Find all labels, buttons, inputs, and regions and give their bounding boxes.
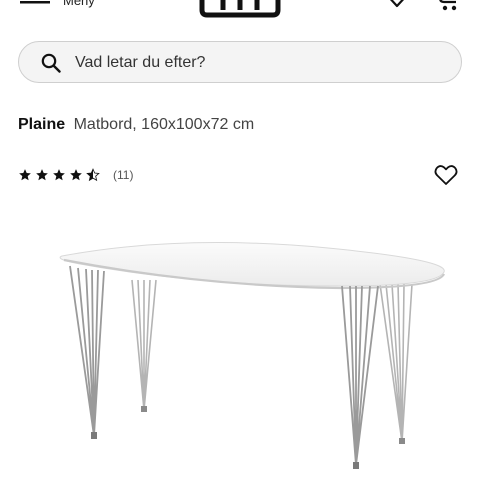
search-input[interactable]: [73, 42, 447, 84]
heart-outline-icon: [434, 165, 458, 185]
top-bar: Meny: [0, 0, 480, 22]
store-logo[interactable]: [196, 0, 284, 18]
favorite-button[interactable]: [434, 164, 458, 186]
star-icon: [36, 169, 48, 181]
half-star-icon: [86, 168, 100, 182]
star-icon: [53, 169, 65, 181]
product-description: Matbord, 160x100x72 cm: [73, 116, 255, 133]
menu-label[interactable]: Meny: [63, 0, 95, 8]
star-icon: [19, 169, 31, 181]
product-rating[interactable]: (11): [18, 165, 133, 185]
search-icon: [41, 53, 61, 73]
wishlist-heart-icon[interactable]: [384, 0, 410, 14]
star-icon: [70, 169, 82, 181]
product-title: Plaine Matbord, 160x100x72 cm: [18, 116, 254, 134]
search-bar[interactable]: [18, 41, 462, 84]
hamburger-icon[interactable]: [20, 0, 52, 12]
product-brand[interactable]: Plaine: [18, 116, 65, 133]
product-image[interactable]: [40, 228, 460, 480]
cart-icon[interactable]: [438, 0, 464, 14]
review-count[interactable]: (11): [113, 168, 133, 182]
rating-stars: [18, 168, 100, 182]
